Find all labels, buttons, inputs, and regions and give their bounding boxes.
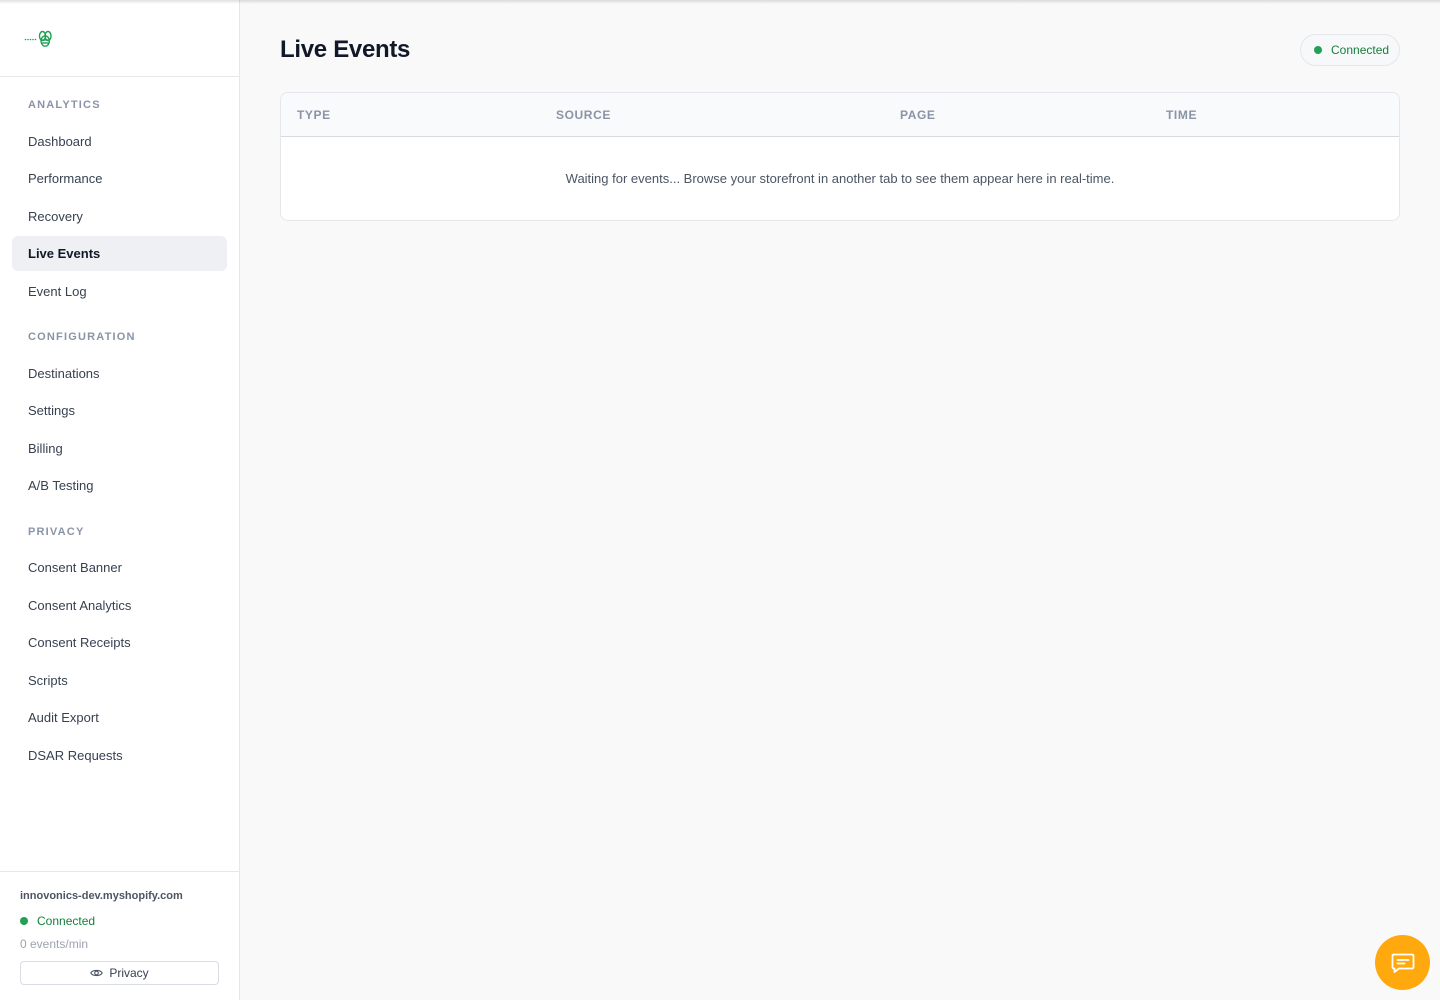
- sidebar-item-consent-banner[interactable]: Consent Banner: [12, 550, 227, 585]
- connection-status: Connected: [20, 914, 95, 928]
- column-header-page: PAGE: [900, 108, 936, 122]
- nav-section-privacy: PRIVACY: [28, 526, 85, 538]
- logo-area: [0, 0, 239, 77]
- nav-section-configuration: CONFIGURATION: [28, 331, 136, 343]
- sidebar-item-consent-receipts[interactable]: Consent Receipts: [12, 625, 227, 660]
- shop-domain: innovonics-dev.myshopify.com: [20, 890, 183, 902]
- connection-status-label: Connected: [37, 914, 96, 928]
- nav-section-analytics: ANALYTICS: [28, 99, 101, 111]
- chat-icon: [1391, 953, 1414, 973]
- bee-logo-icon[interactable]: [24, 30, 54, 53]
- eye-icon: [90, 969, 104, 977]
- sidebar-item-audit-export[interactable]: Audit Export: [12, 700, 227, 735]
- chat-button[interactable]: [1375, 935, 1430, 990]
- privacy-button[interactable]: Privacy: [20, 961, 219, 985]
- privacy-button-label: Privacy: [109, 966, 149, 980]
- sidebar-item-ab-testing[interactable]: A/B Testing: [12, 468, 227, 503]
- connection-status-badge-label: Connected: [1331, 43, 1390, 57]
- sidebar: ANALYTICS Dashboard Performance Recovery…: [0, 0, 240, 1000]
- sidebar-item-dashboard[interactable]: Dashboard: [12, 124, 227, 159]
- connection-status-badge: Connected: [1300, 34, 1400, 66]
- sidebar-item-live-events[interactable]: Live Events: [12, 236, 227, 271]
- sidebar-footer: innovonics-dev.myshopify.com Connected 0…: [0, 871, 239, 1000]
- sidebar-item-settings[interactable]: Settings: [12, 393, 227, 428]
- status-dot-icon: [20, 917, 28, 925]
- column-header-source: SOURCE: [556, 108, 611, 122]
- events-rate: 0 events/min: [20, 937, 89, 951]
- status-dot-icon: [1314, 46, 1322, 54]
- sidebar-item-destinations[interactable]: Destinations: [12, 356, 227, 391]
- sidebar-item-consent-analytics[interactable]: Consent Analytics: [12, 588, 227, 623]
- sidebar-item-scripts[interactable]: Scripts: [12, 663, 227, 698]
- sidebar-item-recovery[interactable]: Recovery: [12, 199, 227, 234]
- sidebar-item-performance[interactable]: Performance: [12, 161, 227, 196]
- page-title: Live Events: [280, 36, 411, 63]
- column-header-time: TIME: [1166, 108, 1198, 122]
- sidebar-item-dsar-requests[interactable]: DSAR Requests: [12, 738, 227, 773]
- sidebar-item-event-log[interactable]: Event Log: [12, 274, 227, 309]
- top-shadow: [0, 0, 1440, 4]
- empty-state-message: Waiting for events... Browse your storef…: [565, 171, 1115, 186]
- sidebar-item-billing[interactable]: Billing: [12, 431, 227, 466]
- table-header: TYPE SOURCE PAGE TIME: [281, 93, 1399, 137]
- events-table: TYPE SOURCE PAGE TIME Waiting for events…: [280, 92, 1400, 221]
- column-header-type: TYPE: [297, 108, 331, 122]
